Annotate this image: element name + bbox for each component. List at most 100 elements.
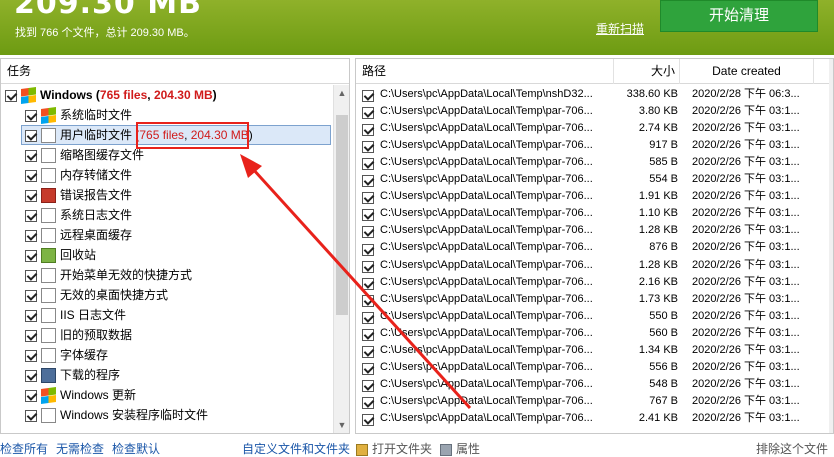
checkbox[interactable] — [25, 109, 37, 122]
tree-item[interactable]: 内存转储文件 — [1, 165, 132, 185]
tree-item[interactable]: 错误报告文件 — [1, 185, 132, 205]
checkbox[interactable] — [25, 309, 37, 322]
tree-item[interactable]: 下载的程序 — [1, 365, 120, 385]
cell-date: 2020/2/26 下午 03:1... — [692, 377, 800, 390]
table-row[interactable]: C:\Users\pc\AppData\Local\Temp\par-706..… — [356, 222, 831, 239]
tree-item[interactable]: 回收站 — [1, 245, 96, 265]
table-row[interactable]: C:\Users\pc\AppData\Local\Temp\par-706..… — [356, 188, 831, 205]
checkbox[interactable] — [362, 277, 374, 290]
checkbox[interactable] — [25, 349, 37, 362]
table-row[interactable]: C:\Users\pc\AppData\Local\Temp\par-706..… — [356, 120, 831, 137]
checkbox[interactable] — [25, 369, 37, 382]
column-date-created[interactable]: Date created — [680, 59, 814, 84]
check-all-link[interactable]: 检查所有 — [0, 440, 48, 457]
checkbox[interactable] — [362, 107, 374, 120]
column-size[interactable]: 大小 — [614, 59, 680, 84]
cell-path: C:\Users\pc\AppData\Local\Temp\par-706..… — [380, 275, 593, 288]
file-list-scrollbar[interactable] — [829, 59, 833, 433]
tree-scrollbar[interactable]: ▲ ▼ — [333, 85, 349, 433]
checkbox[interactable] — [362, 260, 374, 273]
log-file-icon — [41, 208, 56, 224]
table-row[interactable]: C:\Users\pc\AppData\Local\Temp\par-706..… — [356, 205, 831, 222]
tree-item[interactable]: 缩略图缓存文件 — [1, 145, 144, 165]
checkbox[interactable] — [362, 192, 374, 205]
custom-files-link[interactable]: 自定义文件和文件夹 — [242, 440, 350, 457]
table-row[interactable]: C:\Users\pc\AppData\Local\Temp\par-706..… — [356, 239, 831, 256]
tree-item[interactable]: 系统日志文件 — [1, 205, 132, 225]
tree-item[interactable]: 开始菜单无效的快捷方式 — [1, 265, 192, 285]
tree-item[interactable]: Windows 安装程序临时文件 — [1, 405, 208, 425]
scroll-down-icon[interactable]: ▼ — [334, 417, 350, 433]
checkbox[interactable] — [362, 379, 374, 392]
checkbox[interactable] — [25, 389, 37, 402]
checkbox[interactable] — [25, 149, 37, 162]
exclude-file-button[interactable]: 排除这个文件 — [756, 440, 828, 457]
table-row[interactable]: C:\Users\pc\AppData\Local\Temp\par-706..… — [356, 137, 831, 154]
rescan-link[interactable]: 重新扫描 — [596, 20, 644, 37]
row-checkbox[interactable] — [362, 412, 378, 429]
checkbox[interactable] — [362, 362, 374, 375]
table-row[interactable]: C:\Users\pc\AppData\Local\Temp\par-706..… — [356, 359, 831, 376]
check-none-link[interactable]: 无需检查 — [56, 440, 104, 457]
properties-button[interactable]: 属性 — [440, 440, 480, 457]
table-row[interactable]: C:\Users\pc\AppData\Local\Temp\par-706..… — [356, 257, 831, 274]
thumbnail-icon — [41, 148, 56, 164]
table-row[interactable]: C:\Users\pc\AppData\Local\Temp\nshD32...… — [356, 86, 831, 103]
tree-item[interactable]: 无效的桌面快捷方式 — [1, 285, 168, 305]
tree-item[interactable]: 系统临时文件 — [1, 105, 132, 125]
checkbox[interactable] — [25, 169, 37, 182]
checkbox[interactable] — [25, 189, 37, 202]
checkbox[interactable] — [362, 124, 374, 137]
checkbox[interactable] — [25, 269, 37, 282]
checkbox[interactable] — [362, 414, 374, 427]
properties-label: 属性 — [456, 442, 481, 456]
checkbox[interactable] — [25, 249, 37, 262]
check-default-link[interactable]: 检查默认 — [112, 440, 160, 457]
paren: ) — [212, 88, 217, 102]
tree-item[interactable]: 远程桌面缓存 — [1, 225, 132, 245]
table-row[interactable]: C:\Users\pc\AppData\Local\Temp\par-706..… — [356, 103, 831, 120]
checkbox[interactable] — [25, 289, 37, 302]
checkbox[interactable] — [362, 226, 374, 239]
checkbox[interactable] — [25, 129, 37, 142]
checkbox[interactable] — [362, 345, 374, 358]
remote-desktop-icon — [41, 228, 56, 244]
checkbox[interactable] — [362, 243, 374, 256]
table-row[interactable]: C:\Users\pc\AppData\Local\Temp\par-706..… — [356, 376, 831, 393]
scroll-up-icon[interactable]: ▲ — [334, 85, 350, 101]
checkbox[interactable] — [362, 311, 374, 324]
checkbox[interactable] — [25, 329, 37, 342]
table-row[interactable]: C:\Users\pc\AppData\Local\Temp\par-706..… — [356, 274, 831, 291]
table-row[interactable]: C:\Users\pc\AppData\Local\Temp\par-706..… — [356, 171, 831, 188]
checkbox[interactable] — [5, 89, 17, 102]
checkbox[interactable] — [25, 209, 37, 222]
checkbox[interactable] — [362, 141, 374, 154]
table-row[interactable]: C:\Users\pc\AppData\Local\Temp\par-706..… — [356, 291, 831, 308]
scroll-thumb[interactable] — [336, 115, 348, 315]
table-row[interactable]: C:\Users\pc\AppData\Local\Temp\par-706..… — [356, 308, 831, 325]
checkbox[interactable] — [362, 158, 374, 171]
checkbox[interactable] — [362, 328, 374, 341]
tree-root-windows[interactable]: Windows (765 files, 204.30 MB) — [5, 85, 217, 105]
table-row[interactable]: C:\Users\pc\AppData\Local\Temp\par-706..… — [356, 410, 831, 427]
checkbox[interactable] — [362, 175, 374, 188]
checkbox[interactable] — [25, 229, 37, 242]
open-folder-button[interactable]: 打开文件夹 — [356, 440, 432, 457]
checkbox[interactable] — [362, 396, 374, 409]
tree-item[interactable]: Windows 更新 — [1, 385, 136, 405]
start-clean-button[interactable]: 开始清理 — [660, 0, 818, 32]
installer-temp-icon — [41, 408, 56, 424]
cell-date: 2020/2/26 下午 03:1... — [692, 122, 800, 135]
column-path[interactable]: 路径 — [356, 59, 614, 84]
tree-item[interactable]: IIS 日志文件 — [1, 305, 126, 325]
table-row[interactable]: C:\Users\pc\AppData\Local\Temp\par-706..… — [356, 325, 831, 342]
checkbox[interactable] — [362, 294, 374, 307]
table-row[interactable]: C:\Users\pc\AppData\Local\Temp\par-706..… — [356, 154, 831, 171]
checkbox[interactable] — [362, 90, 374, 103]
table-row[interactable]: C:\Users\pc\AppData\Local\Temp\par-706..… — [356, 393, 831, 410]
table-row[interactable]: C:\Users\pc\AppData\Local\Temp\par-706..… — [356, 342, 831, 359]
checkbox[interactable] — [25, 409, 37, 422]
checkbox[interactable] — [362, 209, 374, 222]
tree-item[interactable]: 字体缓存 — [1, 345, 108, 365]
tree-item[interactable]: 旧的预取数据 — [1, 325, 132, 345]
